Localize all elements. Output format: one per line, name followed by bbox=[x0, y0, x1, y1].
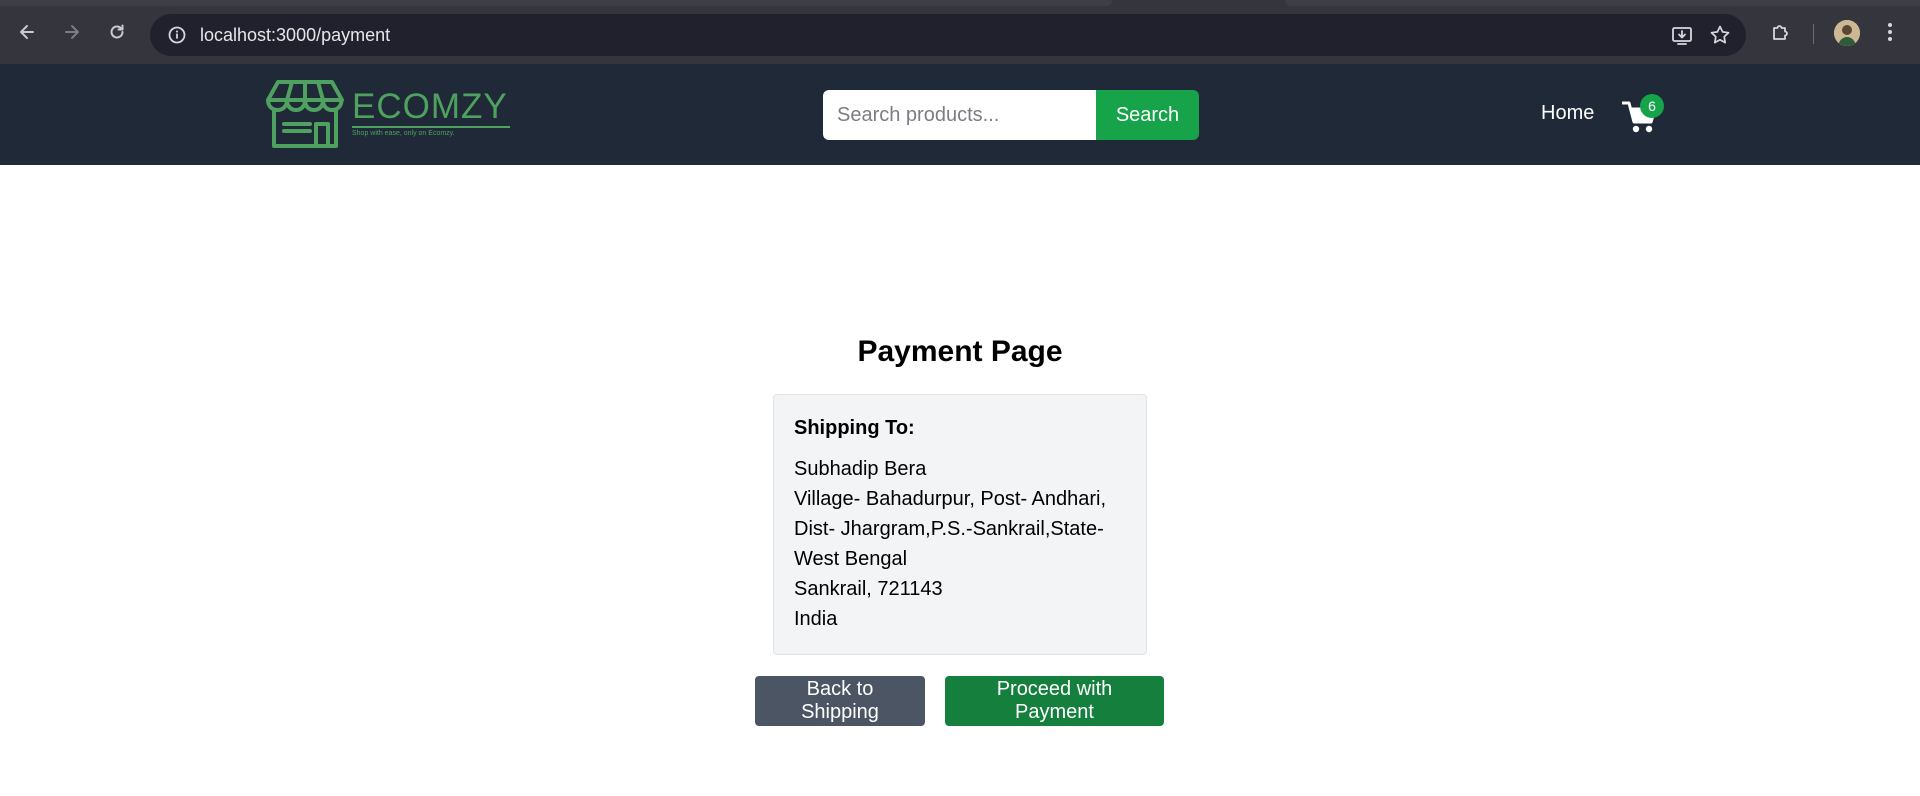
profile-avatar[interactable] bbox=[1834, 20, 1860, 46]
site-header: ECOMZY Shop with ease, only on Ecomzy. S… bbox=[0, 64, 1920, 165]
browser-toolbar: localhost:3000/payment bbox=[0, 0, 1920, 64]
shipping-country: India bbox=[794, 608, 838, 630]
search-form: Search bbox=[823, 90, 1199, 140]
toolbar-divider bbox=[1813, 24, 1814, 44]
info-icon bbox=[168, 26, 186, 44]
shipping-name: Subhadip Bera bbox=[794, 458, 927, 480]
puzzle-icon bbox=[1773, 25, 1788, 40]
shipping-address-line: West Bengal bbox=[794, 548, 908, 570]
back-to-shipping-button[interactable]: Back to Shipping bbox=[755, 676, 925, 726]
back-button[interactable] bbox=[11, 16, 43, 48]
payment-main: Payment Page Shipping To: Subhadip Bera … bbox=[0, 165, 1920, 796]
store-logo-icon bbox=[266, 80, 344, 148]
extensions-button[interactable] bbox=[1769, 16, 1793, 48]
browser-menu-button[interactable] bbox=[1880, 16, 1900, 48]
logo-text: ECOMZY Shop with ease, only on Ecomzy. bbox=[352, 88, 510, 137]
forward-button[interactable] bbox=[56, 16, 88, 48]
arrow-left-icon bbox=[20, 25, 34, 39]
shipping-city-zip: Sankrail, 721143 bbox=[794, 578, 943, 600]
nav-home-link[interactable]: Home bbox=[1541, 102, 1594, 125]
address-bar[interactable]: localhost:3000/payment bbox=[150, 14, 1746, 56]
shipping-address-line: Village- Bahadurpur, Post- Andhari, bbox=[794, 488, 1107, 510]
tab-strip bbox=[0, 0, 1112, 6]
proceed-payment-button[interactable]: Proceed with Payment bbox=[945, 676, 1164, 726]
shipping-label: Shipping To: bbox=[794, 417, 915, 439]
kebab-menu-icon bbox=[1888, 23, 1892, 41]
url-text[interactable]: localhost:3000/payment bbox=[200, 25, 390, 46]
avatar-icon bbox=[1834, 20, 1860, 46]
star-icon[interactable] bbox=[1708, 23, 1732, 47]
logo-tagline: Shop with ease, only on Ecomzy. bbox=[352, 130, 455, 137]
reload-icon bbox=[110, 24, 124, 39]
page-title: Payment Page bbox=[857, 335, 1063, 368]
shipping-card: Shipping To: Subhadip Bera Village- Baha… bbox=[773, 394, 1147, 655]
address-bar-actions bbox=[1670, 20, 1732, 50]
tab-strip bbox=[1285, 0, 1920, 6]
logo-wordmark: ECOMZY bbox=[352, 87, 510, 128]
action-buttons: Back to Shipping Proceed with Payment bbox=[755, 676, 1164, 726]
cart-count-badge: 6 bbox=[1640, 94, 1664, 118]
logo[interactable]: ECOMZY Shop with ease, only on Ecomzy. bbox=[264, 78, 510, 152]
search-input[interactable] bbox=[823, 90, 1096, 140]
install-app-icon[interactable] bbox=[1670, 23, 1694, 47]
reload-button[interactable] bbox=[101, 16, 133, 48]
arrow-right-icon bbox=[65, 25, 79, 39]
shipping-address-line: Dist- Jhargram,P.S.-Sankrail,State- bbox=[794, 518, 1104, 540]
search-button[interactable]: Search bbox=[1096, 90, 1199, 140]
site-info-button[interactable] bbox=[162, 20, 192, 50]
